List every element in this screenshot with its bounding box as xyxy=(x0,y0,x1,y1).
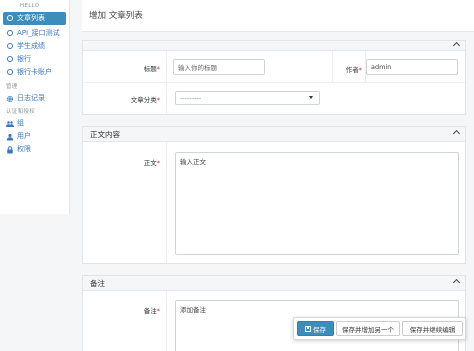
gear-icon xyxy=(6,95,14,103)
sidebar-item-permission[interactable]: 权限 xyxy=(0,143,69,156)
sidebar-item-label: 日志记录 xyxy=(17,94,45,102)
body-textarea[interactable]: 输入正文 xyxy=(175,152,459,255)
category-select-value: --------- xyxy=(180,94,202,102)
dropdown-caret-icon xyxy=(309,96,313,99)
lock-icon xyxy=(6,145,14,154)
main-fields-panel-header[interactable] xyxy=(83,41,465,51)
category-label: 文章分类* xyxy=(83,83,167,114)
circle-icon xyxy=(6,29,14,36)
floppy-disk-icon xyxy=(305,325,311,332)
form-row-body: 正文* 输入正文 xyxy=(83,142,465,263)
sidebar-item-label: 银行卡账户 xyxy=(17,68,52,76)
form-row-category: 文章分类* --------- xyxy=(83,83,465,114)
page-title: 增加 文章列表 xyxy=(89,11,143,21)
page-header: 增加 文章列表 xyxy=(82,0,474,32)
content-panel-header[interactable]: 正文内容 xyxy=(83,127,465,142)
sidebar-item-group[interactable]: 组 xyxy=(0,117,69,130)
sidebar-section-manage: 管理 xyxy=(6,84,18,90)
sidebar-item-log[interactable]: 日志记录 xyxy=(0,92,69,105)
sidebar-item-label: 权限 xyxy=(17,145,31,153)
notes-panel-header[interactable]: 备注 xyxy=(83,276,465,291)
circle-icon xyxy=(6,55,14,62)
sidebar-section-hello: HELLO xyxy=(20,3,40,9)
form-row-title-author: 标题* 输入你的标题 作者* admin xyxy=(83,51,465,83)
main-fields-panel: 标题* 输入你的标题 作者* admin 文章分类* --------- xyxy=(82,40,466,115)
body-label: 正文* xyxy=(83,142,167,263)
sidebar-item-student-scores[interactable]: 学生成绩 xyxy=(0,40,69,53)
form-action-bar: 保存 保存并增加另一个 保存并继续编辑 xyxy=(293,317,466,340)
sidebar-item-label: 用户 xyxy=(17,132,31,140)
sidebar-item-bank-account[interactable]: 银行卡账户 xyxy=(0,66,69,79)
circle-icon xyxy=(6,68,14,75)
circle-icon xyxy=(6,42,14,49)
save-and-continue-button[interactable]: 保存并继续编辑 xyxy=(402,321,463,336)
sidebar-item-user[interactable]: 用户 xyxy=(0,130,69,143)
notes-panel-title: 备注 xyxy=(90,279,105,288)
content-panel-title: 正文内容 xyxy=(90,130,120,139)
content-panel: 正文内容 正文* 输入正文 xyxy=(82,126,466,264)
save-and-add-another-button[interactable]: 保存并增加另一个 xyxy=(336,321,400,336)
title-field-cell: 输入你的标题 作者* admin xyxy=(167,51,465,83)
sidebar-item-label: 银行 xyxy=(17,55,31,63)
chevron-up-icon[interactable] xyxy=(452,41,461,50)
sidebar-item-api-test[interactable]: API_接口测试 xyxy=(0,27,69,40)
sidebar-item-label: 组 xyxy=(17,119,24,127)
author-input[interactable]: admin xyxy=(366,59,458,75)
sidebar-item-bank[interactable]: 银行 xyxy=(0,53,69,66)
category-select[interactable]: --------- xyxy=(175,91,320,105)
user-icon xyxy=(6,133,14,141)
save-button[interactable]: 保存 xyxy=(297,321,334,336)
sidebar: HELLO 文章列表 API_接口测试 学生成绩 银行 银行卡账户 管理 日志记… xyxy=(0,0,70,214)
users-icon xyxy=(6,120,14,128)
save-button-label: 保存 xyxy=(313,325,326,334)
title-label: 标题* xyxy=(83,51,167,82)
author-label: 作者* xyxy=(332,51,366,83)
notes-label: 备注* xyxy=(83,291,167,351)
sidebar-item-label: 学生成绩 xyxy=(17,42,45,50)
category-field-cell: --------- xyxy=(167,83,465,114)
chevron-up-icon[interactable] xyxy=(452,278,461,287)
sidebar-item-article-list[interactable]: 文章列表 xyxy=(3,12,66,25)
sidebar-section-auth: 认证和授权 xyxy=(6,109,36,115)
chevron-up-icon[interactable] xyxy=(452,129,461,138)
sidebar-item-label: API_接口测试 xyxy=(17,29,60,37)
title-input[interactable]: 输入你的标题 xyxy=(173,59,265,75)
body-field-cell: 输入正文 xyxy=(167,142,465,263)
sidebar-item-label: 文章列表 xyxy=(17,14,45,22)
circle-icon xyxy=(6,14,14,21)
